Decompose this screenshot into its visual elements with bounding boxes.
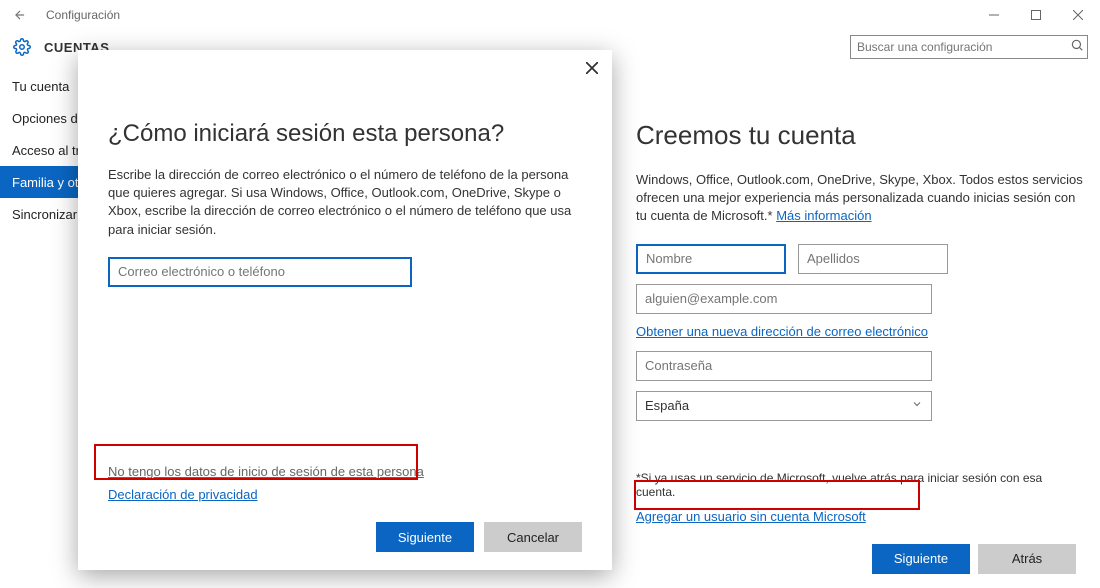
- first-name-input[interactable]: [636, 244, 786, 274]
- create-buttons: Siguiente Atrás: [636, 544, 1076, 574]
- country-select[interactable]: España: [636, 391, 932, 421]
- close-icon: [586, 62, 598, 74]
- app-title: Configuración: [46, 8, 120, 22]
- settings-gear-icon: [12, 37, 32, 57]
- modal-cancel-button[interactable]: Cancelar: [484, 522, 582, 552]
- chevron-down-icon: [911, 398, 923, 413]
- modal-next-button[interactable]: Siguiente: [376, 522, 474, 552]
- close-icon: [1073, 10, 1083, 20]
- create-next-button[interactable]: Siguiente: [872, 544, 970, 574]
- email-or-phone-input[interactable]: [108, 257, 412, 287]
- signin-modal: ¿Cómo iniciará sesión esta persona? Escr…: [78, 50, 612, 570]
- titlebar: Configuración: [0, 0, 1100, 30]
- back-button[interactable]: [8, 3, 32, 27]
- search-input[interactable]: [850, 35, 1088, 59]
- country-value: España: [645, 398, 689, 413]
- search-wrap: [850, 35, 1088, 59]
- modal-buttons: Siguiente Cancelar: [108, 522, 582, 552]
- name-row: [636, 244, 1084, 274]
- password-input[interactable]: [636, 351, 932, 381]
- window-controls: [980, 3, 1092, 27]
- create-back-button[interactable]: Atrás: [978, 544, 1076, 574]
- modal-lower: No tengo los datos de inicio de sesión d…: [108, 464, 582, 552]
- create-title: Creemos tu cuenta: [636, 120, 1084, 151]
- modal-close-button[interactable]: [582, 58, 602, 78]
- close-window-button[interactable]: [1064, 3, 1092, 27]
- modal-description: Escribe la dirección de correo electróni…: [108, 166, 582, 239]
- create-note: *Si ya usas un servicio de Microsoft, vu…: [636, 471, 1084, 499]
- gear-icon: [13, 38, 31, 56]
- create-account-panel: Creemos tu cuenta Windows, Office, Outlo…: [636, 120, 1084, 574]
- maximize-button[interactable]: [1022, 3, 1050, 27]
- search-icon: [1070, 38, 1084, 57]
- email-input[interactable]: [636, 284, 932, 314]
- modal-title: ¿Cómo iniciará sesión esta persona?: [108, 120, 582, 148]
- minimize-button[interactable]: [980, 3, 1008, 27]
- privacy-statement-link[interactable]: Declaración de privacidad: [108, 487, 582, 502]
- arrow-left-icon: [13, 8, 27, 22]
- get-new-email-link[interactable]: Obtener una nueva dirección de correo el…: [636, 324, 928, 339]
- last-name-input[interactable]: [798, 244, 948, 274]
- more-info-link[interactable]: Más información: [776, 208, 871, 223]
- no-signin-info-link[interactable]: No tengo los datos de inicio de sesión d…: [108, 464, 582, 479]
- add-user-without-ms-link[interactable]: Agregar un usuario sin cuenta Microsoft: [636, 509, 866, 524]
- minimize-icon: [989, 10, 999, 20]
- maximize-icon: [1031, 10, 1041, 20]
- create-description: Windows, Office, Outlook.com, OneDrive, …: [636, 171, 1084, 226]
